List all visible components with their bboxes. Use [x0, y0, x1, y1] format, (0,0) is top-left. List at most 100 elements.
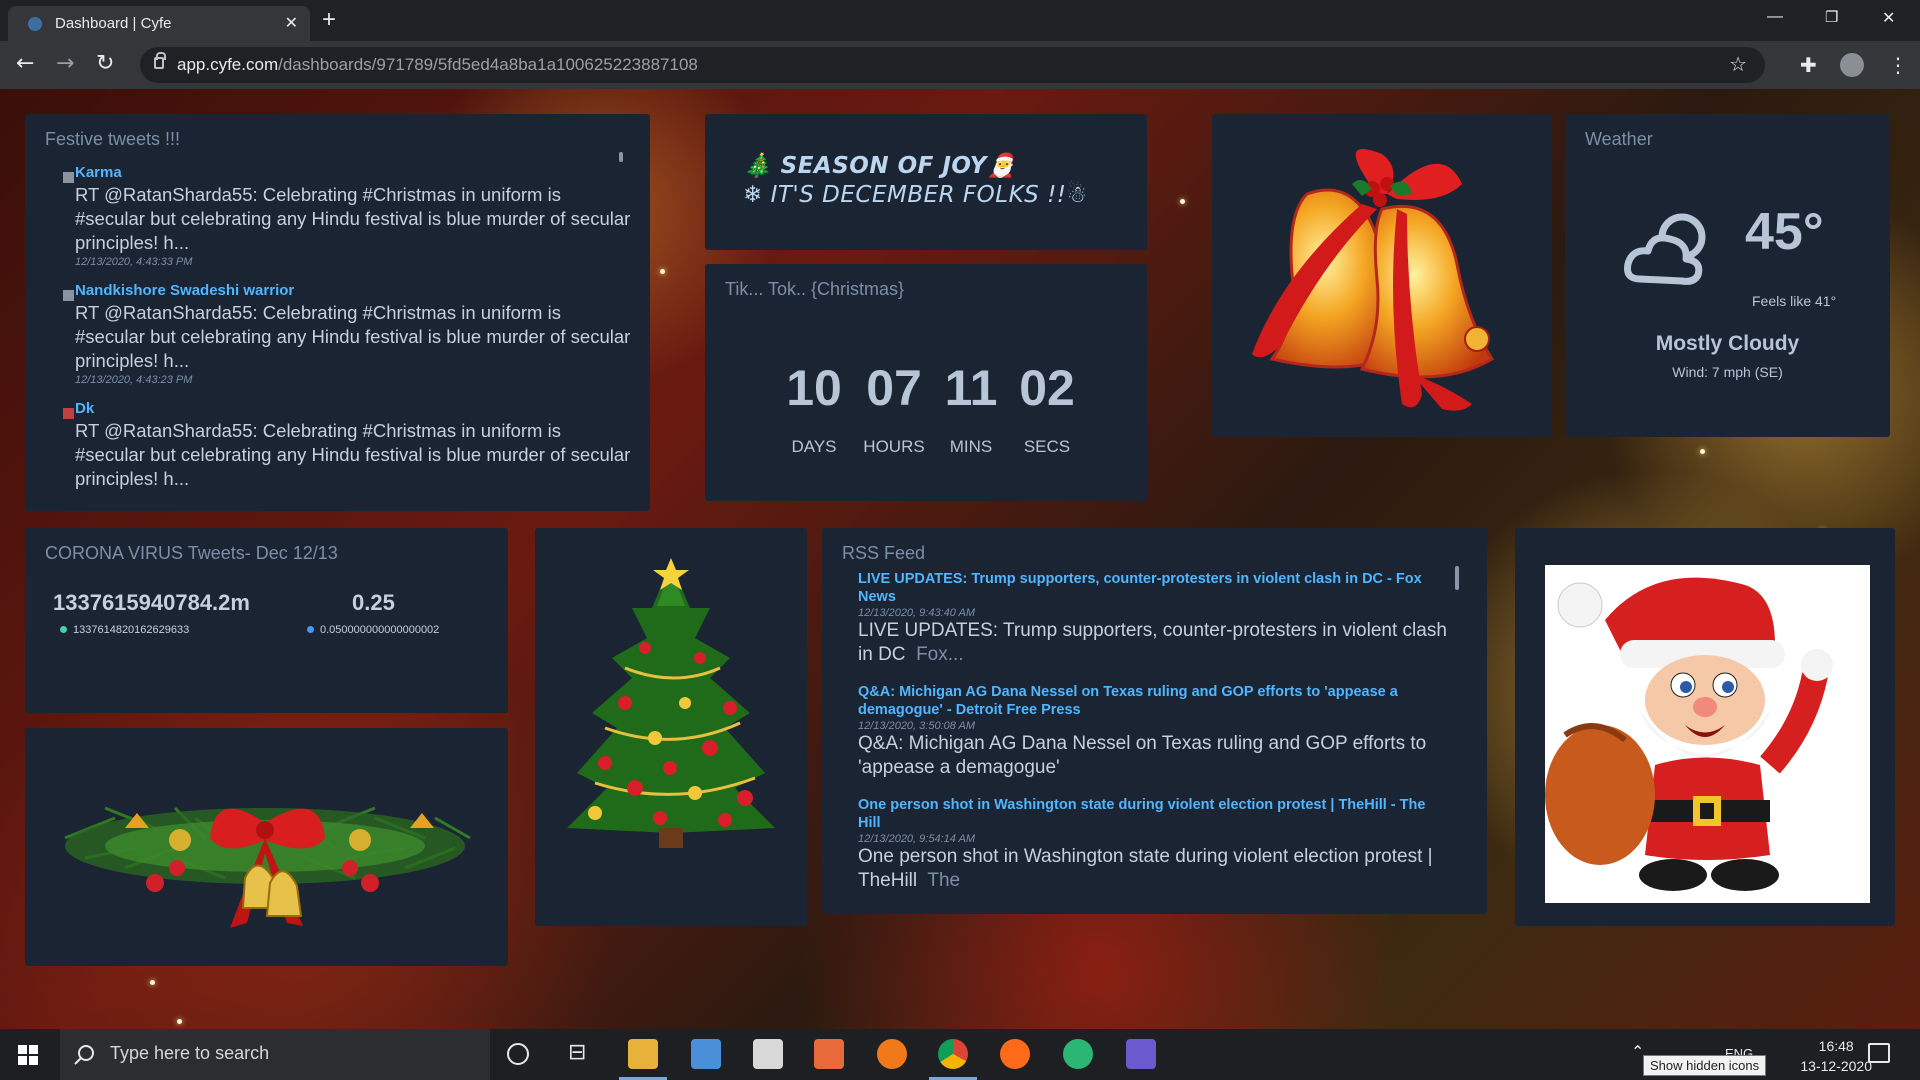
weather-widget: Weather 45° Feels like 41° Mostly Cloudy…: [1565, 114, 1890, 437]
sparkle: [150, 980, 155, 985]
widget-title: Tik... Tok.. {Christmas}: [725, 279, 905, 299]
firefox-icon[interactable]: [877, 1039, 907, 1069]
new-tab-button[interactable]: +: [322, 6, 336, 34]
extensions-icon[interactable]: ✚: [1800, 53, 1817, 77]
mail-app-icon[interactable]: [691, 1039, 721, 1069]
profile-avatar[interactable]: [1840, 53, 1864, 77]
restore-button[interactable]: ❐: [1825, 8, 1838, 26]
back-button[interactable]: ←: [16, 51, 34, 76]
tweet-item[interactable]: Karma RT @RatanSharda55: Celebrating #Ch…: [63, 164, 635, 268]
media-player-icon[interactable]: [814, 1039, 844, 1069]
santa-image-frame: [1545, 565, 1870, 903]
season-of-joy-widget: 🎄 SEASON OF JOY🎅 ❄ IT'S DECEMBER FOLKS !…: [705, 114, 1147, 250]
taskbar-clock[interactable]: 16:48 13-12-2020: [1800, 1036, 1872, 1076]
task-view-icon[interactable]: ⊟: [568, 1040, 586, 1065]
url-text[interactable]: app.cyfe.com/dashboards/971789/5fd5ed4a8…: [177, 55, 698, 75]
rss-item-time: 12/13/2020, 9:43:40 AM: [858, 607, 976, 619]
scrollbar[interactable]: [1455, 566, 1459, 590]
rss-item-description: One person shot in Washington state duri…: [858, 846, 1433, 891]
bells-icon: [1252, 149, 1495, 411]
santa-image-widget: [1515, 528, 1895, 926]
countdown-days: 10 DAYS: [786, 360, 842, 456]
widget-title: CORONA VIRUS Tweets- Dec 12/13: [45, 543, 338, 563]
tweet-author[interactable]: Karma: [75, 164, 635, 181]
clock-time: 16:48: [1818, 1038, 1854, 1054]
rss-item-time: 12/13/2020, 3:50:08 AM: [858, 720, 976, 732]
santa-icon: [1545, 577, 1833, 891]
browser-tab-strip: Dashboard | Cyfe ✕ + — ❐ ✕: [0, 0, 1920, 41]
lock-icon: [154, 52, 166, 69]
corona-tweets-widget: CORONA VIRUS Tweets- Dec 12/13 133761594…: [25, 528, 508, 713]
christmas-bells-image: [1212, 114, 1552, 437]
ccleaner-icon[interactable]: [1000, 1039, 1030, 1069]
legend-dot: [60, 626, 67, 633]
store-icon[interactable]: [753, 1039, 783, 1069]
countdown-secs: 02 SECS: [1019, 360, 1075, 456]
rss-item-time: 12/13/2020, 9:54:14 AM: [858, 833, 976, 845]
close-window-button[interactable]: ✕: [1882, 8, 1895, 28]
rss-item[interactable]: Q&A: Michigan AG Dana Nessel on Texas ru…: [858, 683, 1448, 780]
christmas-tree-image: [535, 528, 807, 926]
rss-item-description: Q&A: Michigan AG Dana Nessel on Texas ru…: [858, 733, 1427, 778]
rss-item-title[interactable]: LIVE UPDATES: Trump supporters, counter-…: [858, 570, 1448, 606]
maps-app-icon[interactable]: [1063, 1039, 1093, 1069]
user-avatar: [63, 408, 74, 419]
sparkle: [177, 1019, 182, 1024]
menu-icon[interactable]: ⋮: [1888, 53, 1908, 77]
action-center-icon[interactable]: [1868, 1043, 1890, 1063]
remote-app-icon[interactable]: [1126, 1039, 1156, 1069]
tab-title: Dashboard | Cyfe: [55, 15, 172, 32]
windows-start-icon[interactable]: [18, 1045, 38, 1065]
scrollbar[interactable]: [619, 152, 623, 162]
tweet-time: 12/13/2020, 4:43:23 PM: [75, 374, 193, 386]
sparkle: [1700, 449, 1705, 454]
address-bar[interactable]: app.cyfe.com/dashboards/971789/5fd5ed4a8…: [140, 47, 1765, 83]
kpi-value: 0.25: [352, 590, 395, 615]
tab-dashboard[interactable]: Dashboard | Cyfe ✕: [8, 6, 310, 41]
cyfe-favicon-icon: [28, 17, 42, 31]
kpi-subvalue: 1337614820162629633: [60, 624, 257, 636]
file-explorer-icon[interactable]: [628, 1039, 658, 1069]
kpi-ratio: 0.25 0.050000000000000002: [307, 590, 484, 636]
tweet-text: RT @RatanSharda55: Celebrating #Christma…: [75, 184, 631, 253]
cloudy-icon: [1624, 213, 1706, 285]
clock-date: 13-12-2020: [1800, 1058, 1872, 1074]
joy-line-2: ❄ IT'S DECEMBER FOLKS !!☃: [743, 182, 1088, 208]
kpi-subvalue: 0.050000000000000002: [307, 624, 439, 636]
kpi-value: 1337615940784.2m: [53, 590, 250, 615]
widget-title: RSS Feed: [842, 543, 926, 563]
wind-info: Wind: 7 mph (SE): [1672, 364, 1783, 380]
rss-item[interactable]: One person shot in Washington state duri…: [858, 796, 1448, 893]
joy-line-1: 🎄 SEASON OF JOY🎅: [743, 153, 1017, 179]
rss-item[interactable]: LIVE UPDATES: Trump supporters, counter-…: [858, 570, 1448, 667]
taskbar-search-box[interactable]: Type here to search: [60, 1029, 490, 1080]
close-tab-icon[interactable]: ✕: [285, 13, 298, 32]
reload-button[interactable]: ↻: [96, 51, 114, 76]
christmas-garland-image: [25, 728, 508, 966]
forward-button[interactable]: →: [56, 51, 74, 76]
tweet-time: 12/13/2020, 4:43:33 PM: [75, 256, 193, 268]
chrome-icon[interactable]: [938, 1039, 968, 1069]
sparkle: [660, 269, 665, 274]
countdown-mins: 11 MINS: [944, 360, 998, 456]
tweet-item[interactable]: Nandkishore Swadeshi warrior RT @RatanSh…: [63, 282, 635, 386]
tweet-item[interactable]: Dk RT @RatanSharda55: Celebrating #Chris…: [63, 400, 635, 491]
tree-icon: [567, 558, 775, 848]
feels-like: Feels like 41°: [1752, 293, 1837, 309]
tweet-author[interactable]: Nandkishore Swadeshi warrior: [75, 282, 635, 299]
cortana-icon[interactable]: [507, 1043, 529, 1065]
rss-item-title[interactable]: One person shot in Washington state duri…: [858, 796, 1448, 832]
user-avatar: [63, 290, 74, 301]
rss-item-title[interactable]: Q&A: Michigan AG Dana Nessel on Texas ru…: [858, 683, 1448, 719]
tweet-author[interactable]: Dk: [75, 400, 635, 417]
windows-taskbar: Type here to search ⊟ ⌃ ENG 16:48 13-12-…: [0, 1029, 1920, 1080]
bookmark-star-icon[interactable]: ☆: [1729, 52, 1747, 76]
countdown-hours: 07 HOURS: [863, 360, 925, 456]
widget-title: Weather: [1585, 129, 1653, 149]
kpi-tweets: 1337615940784.2m 1337614820162629633: [53, 590, 250, 636]
search-placeholder: Type here to search: [110, 1043, 270, 1063]
widget-title: Festive tweets !!!: [45, 129, 181, 149]
garland-icon: [64, 806, 471, 928]
minimize-button[interactable]: —: [1767, 8, 1783, 26]
tooltip-show-hidden-icons: Show hidden icons: [1643, 1055, 1767, 1076]
